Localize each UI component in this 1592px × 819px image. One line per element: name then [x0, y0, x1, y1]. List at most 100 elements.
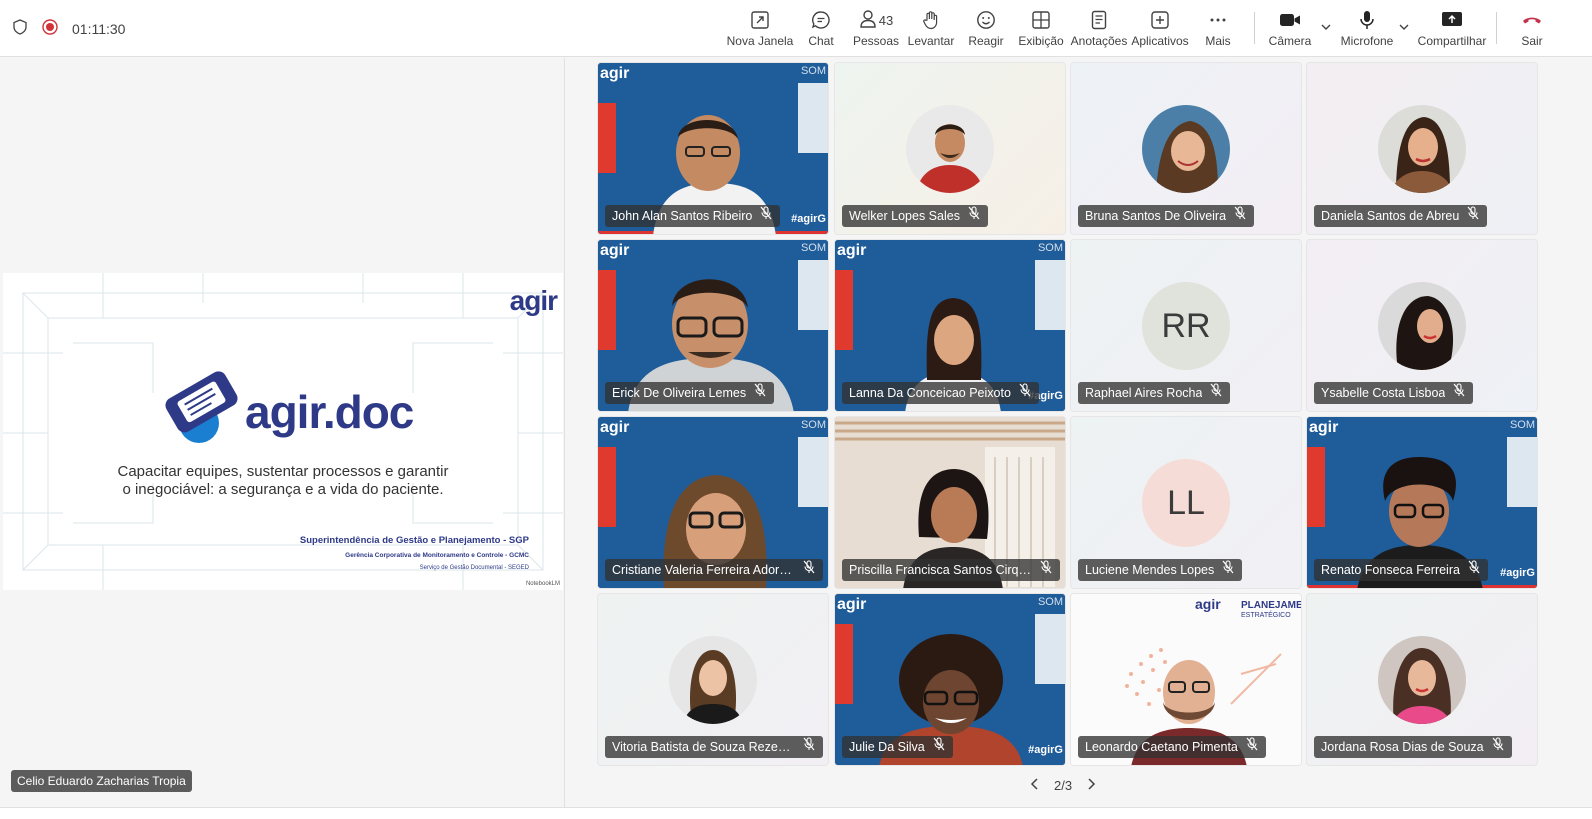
- participant-avatar: [1378, 105, 1466, 193]
- participant-tile[interactable]: Bruna Santos De Oliveira: [1070, 62, 1302, 235]
- mic-muted-icon: [1019, 382, 1031, 404]
- shield-icon[interactable]: [12, 18, 28, 40]
- participant-tile[interactable]: RR Raphael Aires Rocha: [1070, 239, 1302, 412]
- mic-muted-icon: [933, 736, 945, 758]
- participant-tile[interactable]: SOM #agirG agir Renato Fonseca Ferreira: [1306, 416, 1538, 589]
- agir-doc-logo-icon: [159, 365, 243, 450]
- participant-avatar: [1142, 105, 1230, 193]
- participant-tile[interactable]: SOM agir Erick De Oliveira Lemes: [597, 239, 829, 412]
- more-button[interactable]: Mais: [1202, 8, 1234, 52]
- mic-muted-icon: [1453, 382, 1465, 404]
- participant-tile[interactable]: SOM #agirG agir Lanna Da Conceicao Peixo…: [834, 239, 1066, 412]
- presenter-name-tag: Celio Eduardo Zacharias Tropia: [11, 770, 192, 792]
- shared-presentation-slide[interactable]: agir agir.doc Capacitar equipes, sustent…: [3, 273, 563, 590]
- participant-name-tag: Daniela Santos de Abreu: [1314, 205, 1488, 227]
- share-button[interactable]: Compartilhar: [1418, 8, 1486, 52]
- participant-tile[interactable]: SOM agir Cristiane Valeria Ferreira Ador…: [597, 416, 829, 589]
- participant-tile[interactable]: SOM #agirG agir John Alan Santos Ribeiro: [597, 62, 829, 235]
- more-icon: [1208, 8, 1228, 32]
- participant-tile[interactable]: LL Luciene Mendes Lopes: [1070, 416, 1302, 589]
- participant-tile[interactable]: Welker Lopes Sales: [834, 62, 1066, 235]
- toolbar-left: 01:11:30: [12, 18, 125, 40]
- mic-muted-icon: [1492, 736, 1504, 758]
- mic-muted-icon: [1040, 559, 1052, 581]
- mic-muted-icon: [1222, 559, 1234, 581]
- window-bottom-edge: [0, 807, 1592, 819]
- raise-hand-button[interactable]: Levantar: [908, 8, 954, 52]
- participant-name-tag: Erick De Oliveira Lemes: [605, 382, 775, 404]
- participant-name-tag: Welker Lopes Sales: [842, 205, 988, 227]
- participant-name-tag: Luciene Mendes Lopes: [1078, 559, 1243, 581]
- participant-name-tag: Jordana Rosa Dias de Souza: [1314, 736, 1512, 758]
- mic-muted-icon: [1467, 205, 1479, 227]
- add-app-icon: [1150, 8, 1170, 32]
- participant-tile[interactable]: Jordana Rosa Dias de Souza: [1306, 593, 1538, 766]
- camera-options-chevron-icon[interactable]: [1320, 20, 1332, 38]
- microphone-options-chevron-icon[interactable]: [1398, 20, 1410, 38]
- meeting-timer: 01:11:30: [72, 21, 126, 37]
- participant-name-tag: Ysabelle Costa Lisboa: [1314, 382, 1474, 404]
- mic-muted-icon: [1210, 382, 1222, 404]
- grid-view-icon: [1031, 8, 1051, 32]
- mic-muted-icon: [754, 382, 766, 404]
- chat-icon: [811, 8, 831, 32]
- participant-name-tag: Priscilla Francisca Santos Cirqu...: [842, 559, 1060, 581]
- participant-avatar: [1378, 282, 1466, 370]
- participant-name-tag: Julie Da Silva: [842, 736, 953, 758]
- camera-button[interactable]: Câmera: [1268, 8, 1312, 52]
- slide-organization-block: Superintendência de Gestão e Planejament…: [299, 535, 529, 571]
- notes-icon: [1090, 8, 1108, 32]
- people-icon: [859, 9, 877, 32]
- notes-button[interactable]: Anotações: [1071, 8, 1127, 52]
- notebooklm-watermark: NotebookLM: [525, 581, 560, 587]
- participant-grid: SOM #agirG agir John Alan Santos Ribeiro…: [597, 62, 1538, 766]
- participant-tile[interactable]: Ysabelle Costa Lisboa: [1306, 239, 1538, 412]
- camera-icon: [1279, 8, 1301, 32]
- participant-name-tag: Vitoria Batista de Souza Rezende: [605, 736, 823, 758]
- react-button[interactable]: Reagir: [968, 8, 1004, 52]
- meeting-toolbar: 01:11:30 Nova Janela Chat 43 Pessoas Lev…: [0, 0, 1592, 57]
- agir-doc-title: agir.doc: [245, 386, 414, 438]
- view-button[interactable]: Exibição: [1018, 8, 1064, 52]
- people-button[interactable]: 43 Pessoas: [853, 8, 899, 52]
- recording-icon[interactable]: [42, 18, 58, 40]
- microphone-button[interactable]: Microfone: [1340, 8, 1394, 52]
- pop-out-icon: [750, 8, 770, 32]
- participant-initials-avatar: LL: [1142, 459, 1230, 547]
- chat-button[interactable]: Chat: [805, 8, 837, 52]
- mic-muted-icon: [1246, 736, 1258, 758]
- toolbar-divider: [1254, 12, 1255, 44]
- mic-muted-icon: [803, 736, 815, 758]
- leave-button[interactable]: Sair: [1516, 8, 1548, 52]
- apps-button[interactable]: Aplicativos: [1131, 8, 1189, 52]
- next-page-chevron-icon[interactable]: [1086, 777, 1096, 794]
- participant-tile[interactable]: Daniela Santos de Abreu: [1306, 62, 1538, 235]
- new-window-button[interactable]: Nova Janela: [727, 8, 793, 52]
- previous-page-chevron-icon[interactable]: [1030, 777, 1040, 794]
- gallery-pager: 2/3: [1030, 775, 1096, 795]
- shared-content-stage: agir agir.doc Capacitar equipes, sustent…: [0, 58, 565, 807]
- participant-avatar: [669, 636, 757, 724]
- hang-up-icon: [1521, 8, 1543, 32]
- hand-icon: [921, 8, 941, 32]
- participant-tile[interactable]: Vitoria Batista de Souza Rezende: [597, 593, 829, 766]
- microphone-icon: [1358, 8, 1376, 32]
- mic-muted-icon: [968, 205, 980, 227]
- participant-name-tag: Lanna Da Conceicao Peixoto: [842, 382, 1039, 404]
- people-count: 43: [878, 12, 894, 28]
- participant-tile[interactable]: SOM #agirG agir Julie Da Silva: [834, 593, 1066, 766]
- participant-name-tag: Renato Fonseca Ferreira: [1314, 559, 1488, 581]
- mic-muted-icon: [1468, 559, 1480, 581]
- participant-name-tag: Bruna Santos De Oliveira: [1078, 205, 1255, 227]
- mic-muted-icon: [760, 205, 772, 227]
- participant-name-tag: John Alan Santos Ribeiro: [605, 205, 781, 227]
- emoji-icon: [976, 8, 996, 32]
- participant-name-tag: Leonardo Caetano Pimenta: [1078, 736, 1266, 758]
- participant-avatar: [1378, 636, 1466, 724]
- mic-muted-icon: [1234, 205, 1246, 227]
- participant-avatar: [906, 105, 994, 193]
- slide-tagline: Capacitar equipes, sustentar processos e…: [117, 463, 449, 498]
- participant-tile[interactable]: Priscilla Francisca Santos Cirqu...: [834, 416, 1066, 589]
- participant-tile[interactable]: agir PLANEJAMENT ESTRATÉGICO Leonardo Ca…: [1070, 593, 1302, 766]
- participant-name-tag: Cristiane Valeria Ferreira Adorn...: [605, 559, 823, 581]
